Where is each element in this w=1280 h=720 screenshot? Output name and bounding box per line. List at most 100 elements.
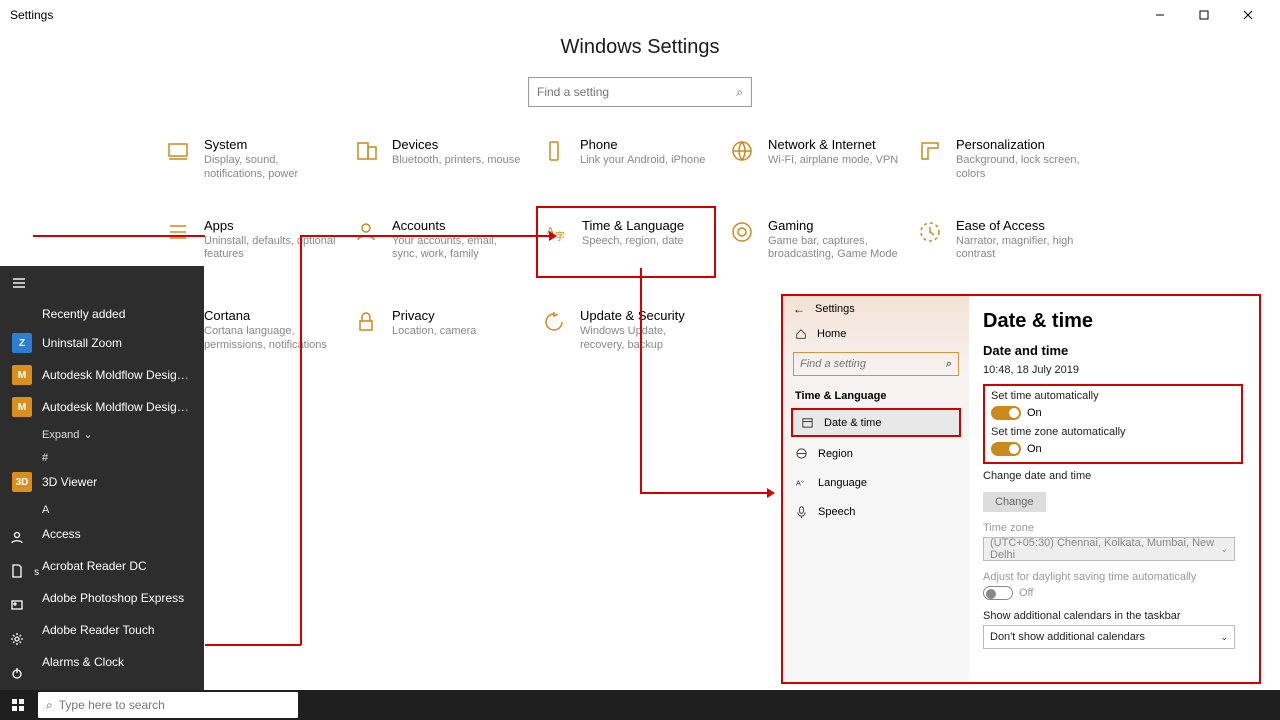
tile-privacy[interactable]: PrivacyLocation, camera (348, 302, 528, 359)
tile-title: Cortana (204, 308, 336, 323)
home-icon (795, 328, 807, 340)
tile-devices[interactable]: DevicesBluetooth, printers, mouse (348, 131, 528, 188)
mini-main: Date & time Date and time 10:48, 18 July… (969, 296, 1259, 682)
tile-time-language[interactable]: A字 Time & LanguageSpeech, region, date (536, 206, 716, 279)
letter-header[interactable]: # (0, 446, 204, 466)
maximize-button[interactable] (1182, 0, 1226, 30)
change-button[interactable]: Change (983, 492, 1046, 512)
mini-category: Time & Language (783, 380, 969, 406)
start-app[interactable]: 3D3D Viewer (0, 466, 204, 498)
timezone-label: Time zone (983, 522, 1243, 534)
back-button[interactable]: ← (793, 302, 805, 316)
settings-search[interactable]: ⌕ (528, 77, 752, 107)
tile-title: Personalization (956, 137, 1088, 152)
dst-label: Adjust for daylight saving time automati… (983, 571, 1243, 583)
nav-language[interactable]: A° Language (783, 468, 969, 497)
search-icon: ⌕ (736, 85, 743, 100)
tile-system[interactable]: SystemDisplay, sound, notifications, pow… (160, 131, 340, 188)
recent-label: Recently added (0, 303, 204, 327)
hamburger-icon[interactable] (0, 266, 204, 303)
letter-header[interactable]: A (0, 498, 204, 518)
change-label: Change date and time (983, 470, 1243, 482)
search-icon: ⌕ (946, 358, 952, 371)
tile-title: Ease of Access (956, 218, 1088, 233)
start-app[interactable]: MAutodesk Moldflow Design Configur... (0, 391, 204, 423)
close-button[interactable] (1226, 0, 1270, 30)
user-icon[interactable] (0, 520, 34, 554)
tile-sub: Your accounts, email, sync, work, family (392, 235, 524, 263)
pictures-icon[interactable] (0, 588, 34, 622)
tile-accounts[interactable]: Accounts Your accounts, email, sync, work… (348, 212, 528, 279)
nav-label: Speech (818, 506, 855, 518)
section-title: Date and time (983, 343, 1243, 358)
globe-icon (795, 447, 808, 460)
language-icon: A° (795, 476, 808, 489)
window-controls (1138, 0, 1270, 30)
page-title: Windows Settings (0, 36, 1280, 59)
tile-sub: Bluetooth, printers, mouse (392, 154, 520, 168)
settings-search-input[interactable] (537, 85, 736, 99)
toggle-switch (991, 442, 1021, 456)
nav-label: Date & time (824, 417, 881, 429)
home-link[interactable]: Home (783, 320, 969, 348)
toggle-state: On (1027, 443, 1042, 455)
chevron-down-icon: ⌄ (83, 428, 92, 441)
power-icon[interactable] (0, 656, 34, 690)
main-heading: Date & time (983, 310, 1243, 333)
chevron-down-icon: ⌄ (1220, 544, 1228, 555)
tile-sub: Narrator, magnifier, high contrast (956, 235, 1088, 263)
select-value: (UTC+05:30) Chennai, Kolkata, Mumbai, Ne… (990, 537, 1220, 561)
tile-title: Gaming (768, 218, 900, 233)
settings-icon[interactable] (0, 622, 34, 656)
system-icon (164, 137, 192, 165)
nav-speech[interactable]: Speech (783, 497, 969, 526)
tile-update-security[interactable]: Update & SecurityWindows Update, recover… (536, 302, 716, 359)
mini-search[interactable]: ⌕ (793, 352, 959, 376)
tile-gaming[interactable]: Gaming Game bar, captures, broadcasting, … (724, 212, 904, 279)
nav-label: Region (818, 448, 853, 460)
start-app[interactable]: ZUninstall Zoom (0, 327, 204, 359)
tile-title: System (204, 137, 336, 152)
mic-icon (795, 505, 808, 518)
nav-label: Language (818, 477, 867, 489)
toggle-label: Set time zone automatically (991, 426, 1235, 438)
update-icon (540, 308, 568, 336)
svg-text:A°: A° (796, 478, 804, 487)
set-time-auto-toggle[interactable]: On (991, 406, 1235, 420)
tile-phone[interactable]: PhoneLink your Android, iPhone (536, 131, 716, 188)
taskbar: ⌕ Type here to search (0, 690, 1280, 720)
toggle-state: On (1027, 407, 1042, 419)
start-button[interactable] (0, 690, 36, 720)
tile-sub: Game bar, captures, broadcasting, Game M… (768, 235, 900, 263)
additional-calendars-select[interactable]: Don't show additional calendars⌄ (983, 625, 1235, 649)
start-app[interactable]: MAutodesk Moldflow Design 2019 (0, 359, 204, 391)
tile-sub: Background, lock screen, colors (956, 154, 1088, 182)
tile-title: Accounts (392, 218, 524, 233)
tile-title: Privacy (392, 308, 476, 323)
calendar-icon (801, 416, 814, 429)
documents-icon[interactable] (0, 554, 34, 588)
toggle-label: Set time automatically (991, 390, 1235, 402)
set-tz-auto-toggle[interactable]: On (991, 442, 1235, 456)
nav-date-time[interactable]: Date & time (791, 408, 961, 437)
tile-title: Phone (580, 137, 705, 152)
annotation-arrow (640, 492, 772, 494)
ease-icon (916, 218, 944, 246)
titlebar: Settings (0, 0, 1280, 30)
nav-region[interactable]: Region (783, 439, 969, 468)
select-value: Don't show additional calendars (990, 631, 1145, 643)
minimize-button[interactable] (1138, 0, 1182, 30)
timezone-select: (UTC+05:30) Chennai, Kolkata, Mumbai, Ne… (983, 537, 1235, 561)
mini-search-input[interactable] (800, 358, 946, 370)
expand-button[interactable]: Expand⌄ (0, 423, 204, 446)
taskbar-search[interactable]: ⌕ Type here to search (38, 692, 298, 718)
annotation-highlight: Set time automatically On Set time zone … (983, 384, 1243, 464)
tile-ease-of-access[interactable]: Ease of Access Narrator, magnifier, high … (912, 212, 1092, 279)
lock-icon (352, 308, 380, 336)
tile-title: Network & Internet (768, 137, 898, 152)
tile-title: Update & Security (580, 308, 712, 323)
tile-network[interactable]: Network & InternetWi-Fi, airplane mode, … (724, 131, 904, 188)
mini-nav: ← Settings Home ⌕ Time & Language Date &… (783, 296, 969, 682)
tile-personalization[interactable]: Personalization Background, lock screen, … (912, 131, 1092, 188)
annotation-arrow (300, 235, 554, 237)
